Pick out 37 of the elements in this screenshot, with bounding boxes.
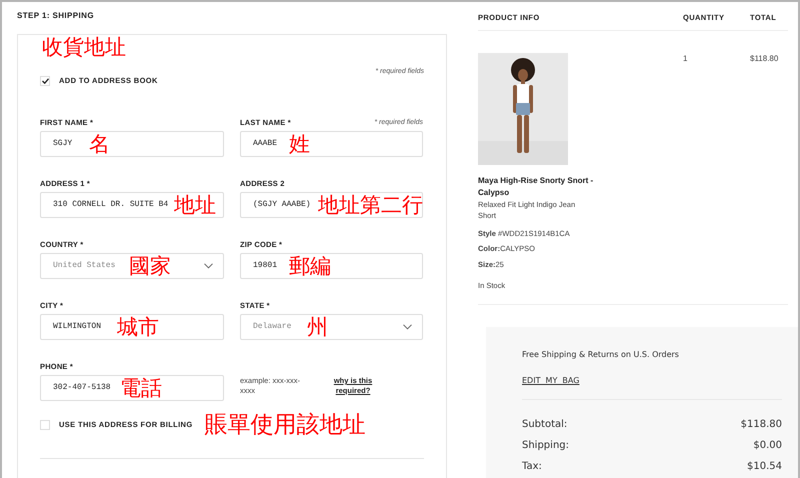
input-field[interactable]: 302-407-5138 電話 bbox=[40, 375, 224, 401]
annotation-text: 姓 bbox=[289, 132, 310, 156]
checkbox[interactable] bbox=[40, 76, 50, 86]
summary-value: $118.80 bbox=[740, 418, 782, 432]
step-title: STEP 1: SHIPPING bbox=[17, 10, 94, 22]
summary-label: Tax: bbox=[522, 460, 542, 474]
shipping-note: Free Shipping & Returns on U.S. Orders bbox=[522, 349, 679, 361]
chevron-down-icon bbox=[204, 263, 213, 269]
annotation-text: 郵編 bbox=[289, 254, 331, 278]
annotation-text: 電話 bbox=[120, 376, 162, 400]
price-text: $118.80 bbox=[750, 54, 778, 63]
input-field[interactable]: AAABE 姓 bbox=[240, 131, 423, 157]
input-field[interactable]: (SGJY AAABE) 地址第二行 bbox=[240, 192, 423, 218]
annotation-text: 國家 bbox=[129, 254, 171, 278]
quantity-text: 1 bbox=[683, 54, 688, 63]
select-field[interactable]: United States 國家 bbox=[40, 253, 224, 279]
input-field[interactable]: SGJY 名 bbox=[40, 131, 224, 157]
annotation-text: 賬單使用該地址 bbox=[204, 412, 366, 438]
input-field[interactable]: 19801 郵編 bbox=[240, 253, 423, 279]
input-field[interactable]: 310 CORNELL DR. SUITE B4 地址 bbox=[40, 192, 224, 218]
summary-label: Subtotal: bbox=[522, 418, 568, 432]
select-field[interactable]: Delaware 州 bbox=[240, 314, 423, 340]
summary-value: $10.54 bbox=[747, 460, 782, 474]
annotation-text: 地址第二行 bbox=[318, 193, 423, 217]
annotation-text: 名 bbox=[89, 132, 110, 156]
annotation-text: 州 bbox=[307, 315, 328, 339]
summary-label: Shipping: bbox=[522, 439, 569, 453]
edit-bag-link[interactable]: EDIT MY BAG bbox=[522, 375, 580, 387]
annotation-text: 城市 bbox=[117, 315, 159, 339]
annotation-text: 收貨地址 bbox=[42, 35, 126, 59]
input-field[interactable]: WILMINGTON 城市 bbox=[40, 314, 224, 340]
annotation-text: 地址 bbox=[174, 193, 216, 217]
checkbox[interactable] bbox=[40, 420, 50, 430]
product-name: Maya High-Rise Snorty Snort - Calypso bbox=[478, 175, 594, 199]
summary-value: $0.00 bbox=[753, 439, 782, 453]
chevron-down-icon bbox=[403, 324, 412, 330]
check-icon bbox=[42, 78, 48, 84]
